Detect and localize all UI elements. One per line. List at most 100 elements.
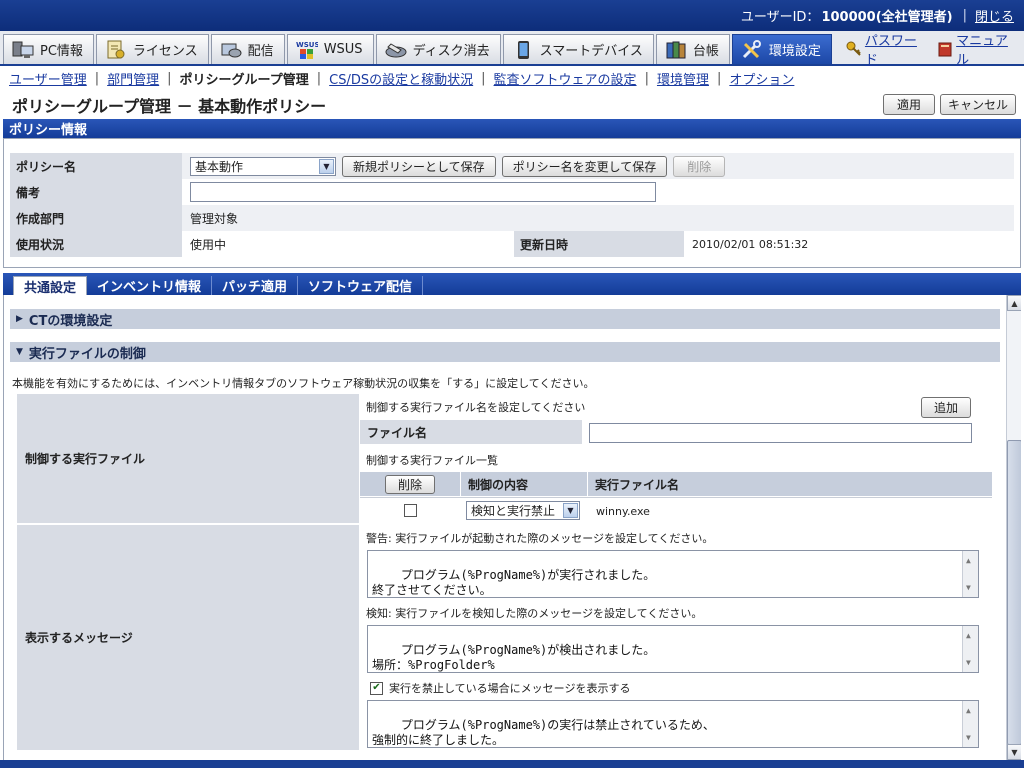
page-header: ポリシーグループ管理 － 基本動作ポリシー 適用 キャンセル [0,90,1024,119]
tab-label: 台帳 [692,44,719,59]
sub-nav: ユーザー管理 | 部門管理 | ポリシーグループ管理 | CS/DSの設定と稼動… [0,66,1024,90]
tab-common-settings[interactable]: 共通設定 [13,276,88,296]
tab-label: PC情報 [40,44,83,59]
chevron-down-icon: ▼ [319,158,334,174]
key-icon [846,41,862,57]
subnav-csds[interactable]: CS/DSの設定と稼動状況 [329,69,473,88]
tab-env-settings[interactable]: 環境設定 [731,34,832,64]
separator: | [716,70,722,86]
header-links: パスワード マニュアル [834,34,1024,68]
block-message-textarea[interactable]: プログラム(%ProgName%)の実行は禁止されているため、 強制的に終了しま… [367,700,979,748]
updated-label: 更新日時 [514,231,684,257]
dept-label: 作成部門 [10,205,182,231]
content-area: ▶ CTの環境設定 ▼ 実行ファイルの制御 本機能を有効にするためには、インベン… [3,295,1021,760]
messages-label: 表示するメッセージ [17,525,359,750]
tab-label: 配信 [247,44,274,59]
note-input[interactable] [190,182,656,202]
status-value: 使用中 [190,237,227,252]
section-title: CTの環境設定 [28,313,113,329]
file-name-input[interactable] [589,423,972,443]
tab-ledger[interactable]: 台帳 [655,34,730,64]
wsus-icon: WSUS [296,40,319,60]
detect-desc: 検知: 実行ファイルを検知した際のメッセージを設定してください。 [366,607,703,620]
control-type-value: 検知と実行禁止 [471,504,556,518]
ct-env-section-toggle[interactable]: ▶ CTの環境設定 [10,309,1000,329]
rename-save-button[interactable]: ポリシー名を変更して保存 [501,155,668,177]
tab-label: ライセンス [132,44,198,59]
tab-label: スマートデバイス [539,44,643,59]
scrollbar[interactable]: ▲ ▼ [962,551,978,597]
tab-label: WSUS [323,42,363,57]
exec-files-label: 制御する実行ファイル [17,394,359,523]
bottom-border [0,760,1024,768]
warn-message-textarea[interactable]: プログラム(%ProgName%)が実行されました。 終了させてください。 ▲ ▼ [367,550,979,598]
subnav-option[interactable]: オプション [729,69,794,88]
scrollbar[interactable]: ▲ ▼ [962,626,978,672]
smart-device-icon [512,40,534,60]
tab-distribution[interactable]: 配信 [210,34,285,64]
separator: | [167,70,172,86]
user-bar: ユーザーID： 100000(全社管理者) | 閉じる [0,0,1024,31]
ledger-icon [665,40,687,60]
updated-value: 2010/02/01 08:51:32 [692,237,809,251]
distribution-icon [220,40,242,60]
scrollbar[interactable]: ▲ ▼ [962,701,978,747]
manual-link[interactable]: マニュアル [937,30,1016,68]
status-label: 使用状況 [10,231,182,257]
pc-icon [12,40,34,60]
user-id-value: 100000(全社管理者) [821,10,953,25]
save-as-new-button[interactable]: 新規ポリシーとして保存 [342,155,496,177]
subnav-audit[interactable]: 監査ソフトウェアの設定 [494,69,637,88]
tab-pc-info[interactable]: PC情報 [3,34,94,64]
user-id-label: ユーザーID： [740,10,820,25]
content-scrollbar[interactable]: ▲ ▼ [1006,295,1021,760]
disk-erase-icon [385,40,407,60]
tab-label: ディスク消去 [412,44,490,59]
tab-license[interactable]: ライセンス [95,34,209,64]
tools-icon [741,39,763,60]
delete-policy-button[interactable]: 削除 [673,155,726,177]
apply-button[interactable]: 適用 [883,94,935,115]
subnav-env-mgmt[interactable]: 環境管理 [657,69,709,88]
password-link[interactable]: パスワード [846,30,925,68]
content-tab-bar: 共通設定 インベントリ情報 パッチ適用 ソフトウェア配信 [3,273,1021,296]
policy-name-label: ポリシー名 [10,153,182,179]
note-label: 備考 [10,179,182,205]
scroll-down-icon[interactable]: ▼ [1007,744,1021,760]
add-button[interactable]: 追加 [921,397,971,418]
tab-inventory[interactable]: インベントリ情報 [87,276,213,295]
tab-patch[interactable]: パッチ適用 [212,276,299,295]
close-link[interactable]: 閉じる [975,6,1014,25]
warn-desc: 警告: 実行ファイルが起動された際のメッセージを設定してください。 [366,532,714,545]
col-control: 制御の内容 [461,472,587,496]
show-block-message-label: 実行を禁止している場合にメッセージを表示する [389,682,631,695]
feature-note: 本機能を有効にするためには、インベントリ情報タブのソフトウェア稼動状況の収集を「… [12,377,595,390]
tab-software-distribution[interactable]: ソフトウェア配信 [298,276,424,295]
exec-control-section-toggle[interactable]: ▼ 実行ファイルの制御 [10,342,1000,362]
chevron-down-icon: ▼ [563,503,578,518]
show-block-message-checkbox[interactable]: ✔ [370,681,383,695]
section-title: 実行ファイルの制御 [28,346,146,362]
subnav-policy-group: ポリシーグループ管理 [179,72,309,88]
scroll-up-icon[interactable]: ▲ [1007,295,1021,311]
tab-wsus[interactable]: WSUS WSUS [286,34,374,64]
row-select-checkbox[interactable] [404,504,417,517]
triangle-down-icon: ▼ [16,347,23,357]
policy-info-header: ポリシー情報 [3,119,1021,138]
status-row: 使用状況 使用中 更新日時 2010/02/01 08:51:32 [10,231,1014,257]
tab-disk-erase[interactable]: ディスク消去 [375,34,501,64]
subnav-user-mgmt[interactable]: ユーザー管理 [9,69,87,88]
tab-smart-device[interactable]: スマートデバイス [502,34,654,64]
cancel-button[interactable]: キャンセル [940,94,1016,115]
detect-message-textarea[interactable]: プログラム(%ProgName%)が検出されました。 場所：%ProgFolde… [367,625,979,673]
subnav-dept-mgmt[interactable]: 部門管理 [107,69,159,88]
page-title: ポリシーグループ管理 － 基本動作ポリシー [12,96,327,116]
dept-row: 作成部門 管理対象 [10,205,1014,231]
delete-row-button[interactable]: 削除 [385,474,435,494]
dept-value: 管理対象 [182,205,1014,231]
scroll-thumb[interactable] [1007,440,1021,745]
control-type-select[interactable]: 検知と実行禁止 ▼ [466,501,580,520]
triangle-right-icon: ▶ [16,314,23,324]
policy-name-select[interactable]: 基本動作 ▼ [190,156,336,176]
set-exec-prompt: 制御する実行ファイル名を設定してください [366,401,586,414]
